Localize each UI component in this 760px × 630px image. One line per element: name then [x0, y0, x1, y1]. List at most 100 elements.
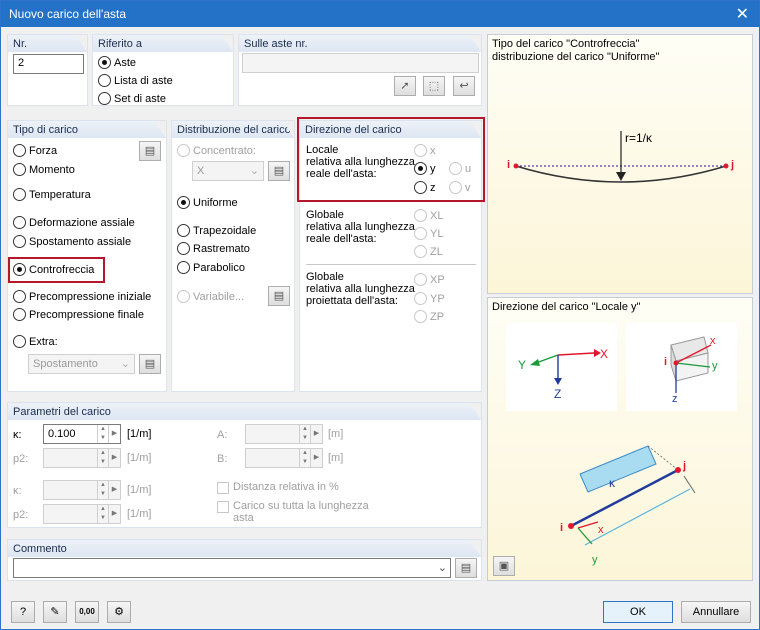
radio-trapezoidale[interactable]: Trapezoidale: [177, 224, 256, 237]
commento-library-button[interactable]: ▤: [455, 558, 477, 578]
dist-rel-checkbox[interactable]: Distanza relativa in %: [217, 481, 339, 494]
b-input[interactable]: ▲ ▼ ▶: [245, 448, 323, 468]
arrow-right-icon: ▶: [108, 505, 120, 523]
radio-dir-xp[interactable]: XP: [414, 273, 445, 286]
edit-icon: ▤: [273, 290, 285, 302]
edit-icon: ▤: [144, 145, 156, 157]
spinner-icon: ▲ ▼: [299, 425, 310, 443]
radio-dir-z[interactable]: z: [414, 181, 436, 194]
radio-precompressione-iniziale[interactable]: Precompressione iniziale: [13, 290, 151, 303]
k2-unit: [1/m]: [127, 484, 152, 496]
close-icon[interactable]: ✕: [736, 4, 749, 24]
pick-member-button[interactable]: ➚: [394, 76, 416, 96]
settings-button[interactable]: ⚙: [107, 601, 131, 623]
radio-dir-xl[interactable]: XL: [414, 209, 443, 222]
units-button[interactable]: 0,00: [75, 601, 99, 623]
member-i-label: i: [560, 522, 564, 534]
radio-extra[interactable]: Extra:: [13, 335, 58, 348]
member-j-label: j: [683, 460, 687, 472]
sulle-aste-input[interactable]: [242, 53, 479, 73]
tipo-settings-button[interactable]: ▤: [139, 141, 161, 161]
radio-temperatura[interactable]: Temperatura: [13, 188, 91, 201]
radio-precompressione-finale[interactable]: Precompressione finale: [13, 308, 144, 321]
help-button[interactable]: ?: [11, 601, 35, 623]
extra-select[interactable]: Spostamento ⌄: [28, 354, 135, 374]
radio-variabile[interactable]: Variabile...: [177, 290, 244, 303]
arrow-right-icon: ▶: [310, 425, 322, 443]
reverse-button[interactable]: ↩: [453, 76, 475, 96]
concentrato-settings-button[interactable]: ▤: [268, 161, 290, 181]
radio-forza[interactable]: Forza: [13, 144, 57, 157]
node-j-label: j: [731, 159, 735, 171]
spinner-icon: ▲ ▼: [97, 425, 108, 443]
radio-deformazione-assiale[interactable]: Deformazione assiale: [13, 216, 135, 229]
member-x-label: x: [598, 524, 604, 536]
ok-button[interactable]: OK: [603, 601, 673, 623]
arrow-right-icon: ▶: [108, 425, 120, 443]
radio-dir-zp[interactable]: ZP: [414, 310, 444, 323]
p2-label: p2:: [13, 453, 29, 465]
local-i-label: i: [664, 356, 668, 368]
commento-input[interactable]: ⌄: [13, 558, 451, 578]
a-input[interactable]: ▲ ▼ ▶: [245, 424, 323, 444]
preview-carico: Tipo del carico "Controfreccia" distribu…: [487, 34, 753, 294]
extra-settings-button[interactable]: ▤: [139, 354, 161, 374]
radio-rastremato[interactable]: Rastremato: [177, 242, 250, 255]
window-title: Nuovo carico dell'asta: [9, 7, 127, 21]
sulle-aste-group: Sulle aste nr. ➚ ⬚ ↩: [238, 34, 482, 106]
commento-group: Commento ⌄ ▤: [7, 539, 482, 581]
chevron-down-icon: ⌄: [249, 165, 259, 177]
title-bar: Nuovo carico dell'asta ✕: [1, 1, 759, 27]
radio-concentrato[interactable]: Concentrato:: [177, 144, 256, 157]
controfreccia-diagram: [513, 131, 729, 183]
commento-label: Commento: [8, 540, 481, 557]
p2-input[interactable]: ▲ ▼ ▶: [43, 448, 121, 468]
edit-button[interactable]: ✎: [43, 601, 67, 623]
tipo-carico-group: Tipo di carico ▤ Forza Momento Temperatu…: [7, 120, 167, 392]
preview-view-button[interactable]: ▣: [493, 556, 515, 576]
p2b-input[interactable]: ▲ ▼ ▶: [43, 504, 121, 524]
node-i-label: i: [507, 159, 511, 171]
radio-spostamento-assiale[interactable]: Spostamento assiale: [13, 235, 131, 248]
arrow-right-icon: ▶: [310, 449, 322, 467]
nr-label: Nr.: [8, 35, 87, 52]
nr-input[interactable]: 2: [13, 54, 84, 74]
radio-momento[interactable]: Momento: [13, 163, 75, 176]
axis-x-label: x: [710, 335, 716, 347]
riferito-group: Riferito a Aste Lista di aste Set di ast…: [92, 34, 234, 106]
radio-dir-zl[interactable]: ZL: [414, 245, 443, 258]
concentrato-select[interactable]: X ⌄: [192, 161, 264, 181]
nr-group: Nr. 2: [7, 34, 88, 106]
a-unit: [m]: [328, 428, 344, 440]
radio-controfreccia[interactable]: Controfreccia: [13, 263, 94, 276]
global-axes-box: X Y Z: [506, 323, 617, 411]
radio-dir-y[interactable]: y: [414, 162, 436, 175]
direzione-locale-label: Locale relativa alla lunghezza reale del…: [306, 144, 415, 180]
distribuzione-label: Distribuzione del carico: [172, 121, 294, 138]
radio-dir-x[interactable]: x: [414, 144, 436, 157]
k-input[interactable]: 0.100 ▲ ▼ ▶: [43, 424, 121, 444]
arrow-right-icon: ▶: [108, 449, 120, 467]
edit-icon: ▤: [144, 358, 156, 370]
radio-set-aste[interactable]: Set di aste: [98, 92, 166, 105]
axis-X-label: X: [600, 347, 609, 361]
radio-uniforme[interactable]: Uniforme: [177, 196, 238, 209]
units-icon: 0,00: [79, 607, 95, 616]
radio-parabolico[interactable]: Parabolico: [177, 261, 245, 274]
cancel-button[interactable]: Annullare: [681, 601, 751, 623]
k2-input[interactable]: ▲ ▼ ▶: [43, 480, 121, 500]
radio-dir-yl[interactable]: YL: [414, 227, 443, 240]
radio-dir-v[interactable]: v: [449, 181, 471, 194]
view-icon: ▣: [498, 560, 510, 572]
axis-Y-label: Y: [518, 358, 527, 372]
pick-multiple-button[interactable]: ⬚: [423, 76, 445, 96]
radio-dir-yp[interactable]: YP: [414, 292, 445, 305]
radio-aste[interactable]: Aste: [98, 56, 136, 69]
radio-dir-u[interactable]: u: [449, 162, 471, 175]
variabile-settings-button[interactable]: ▤: [268, 286, 290, 306]
spinner-icon: ▲ ▼: [97, 505, 108, 523]
carico-tutta-checkbox[interactable]: Carico su tutta la lunghezza asta: [217, 500, 369, 524]
edit-icon: ✎: [50, 606, 60, 618]
arrow-right-icon: ▶: [108, 481, 120, 499]
radio-lista-aste[interactable]: Lista di aste: [98, 74, 173, 87]
